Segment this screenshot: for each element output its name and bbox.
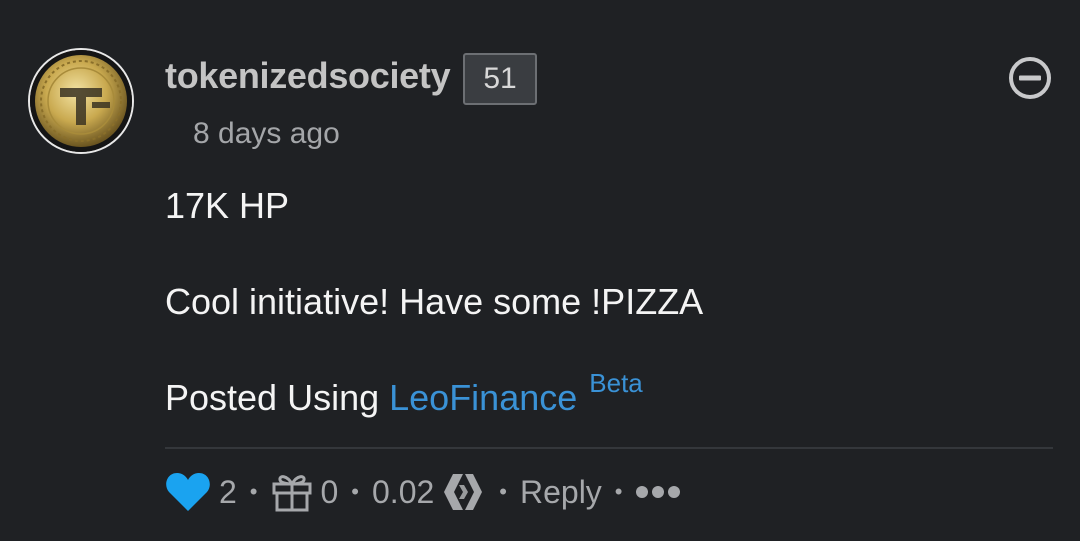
separator: • [249, 479, 258, 504]
hive-currency [442, 472, 486, 512]
collapse-button[interactable] [1008, 56, 1052, 100]
comment-body-line: Cool initiative! Have some !PIZZA [165, 281, 704, 322]
payout-value[interactable]: 0.02 [372, 474, 434, 511]
separator: • [614, 479, 623, 504]
comment-footer: 2 • 0 • 0.02 • Reply • [165, 466, 680, 518]
coin-logo-icon [30, 50, 132, 152]
gift-icon [272, 475, 311, 512]
posted-using-label: Posted Using [165, 377, 390, 418]
tip-button[interactable] [271, 471, 313, 513]
heart-icon [166, 473, 210, 511]
comment-body-line: 17K HP [165, 185, 290, 226]
beta-superscript: Beta [589, 368, 643, 398]
upvote-button[interactable] [165, 471, 211, 513]
vote-count[interactable]: 2 [219, 474, 237, 511]
minus-circle-icon [1009, 57, 1051, 99]
leofinance-link[interactable]: LeoFinance [389, 377, 577, 418]
posted-using-line: Posted Using LeoFinance Beta [165, 368, 643, 423]
author-name[interactable]: tokenizedsociety [165, 54, 451, 98]
hive-icon [444, 474, 483, 510]
separator: • [499, 479, 507, 504]
tip-count: 0 [320, 473, 339, 510]
divider [165, 447, 1053, 449]
ellipsis-icon [635, 486, 680, 498]
separator: • [351, 479, 359, 504]
comment-card: tokenizedsociety 51 8 days ago 17K HP Co… [0, 0, 1080, 541]
avatar[interactable] [28, 48, 134, 154]
reputation-badge: 51 [463, 53, 537, 105]
reply-button[interactable]: Reply [520, 474, 602, 511]
more-options-button[interactable] [635, 485, 680, 499]
timestamp[interactable]: 8 days ago [193, 115, 340, 153]
